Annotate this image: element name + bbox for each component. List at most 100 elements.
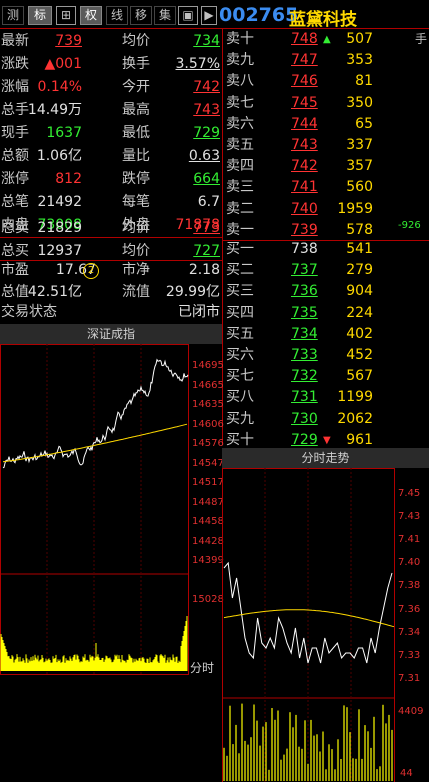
index-y-tick: 14399 <box>192 555 224 566</box>
buy-level-volume: 402 <box>346 325 373 342</box>
toolbar-button-ji[interactable]: 集 <box>154 6 176 25</box>
quote-value: 729 <box>193 125 220 141</box>
unit-label: 手 <box>415 32 428 46</box>
buy-level[interactable]: 买三 736 904 <box>225 280 429 303</box>
quote-value: 739 <box>55 33 82 49</box>
play-icon[interactable]: ▶ <box>201 6 217 25</box>
pe-badge: 2 <box>83 263 99 279</box>
buy-level-volume: 1199 <box>337 389 373 406</box>
sell-level[interactable]: 卖三 741 560 <box>225 176 429 199</box>
quote-label: 跌停 <box>122 171 150 187</box>
quote-label: 换手 <box>122 56 150 72</box>
sell-level-volume: 353 <box>346 52 373 69</box>
stock-y-tick: 7.40 <box>398 557 421 568</box>
buy-level-label: 买四 <box>226 304 254 321</box>
quote-label: 量比 <box>122 148 150 164</box>
stock-code: 002765 <box>219 4 299 26</box>
quote-value: 14.49万 <box>27 102 82 118</box>
quote-value: ▲001 <box>44 56 83 72</box>
sell-level-label: 卖七 <box>226 94 254 111</box>
index-y-tick: 14576 <box>192 438 224 449</box>
stock-y-tick: 7.31 <box>398 673 421 684</box>
toolbar: 测 标 ⊞ 权 线 移 集 ▣ ▶ 002765 蓝黛科技 <box>0 0 429 30</box>
sell-level-price: 742 <box>291 158 318 175</box>
buy-level[interactable]: 买八 731 1199 <box>225 386 429 409</box>
quote-value: 664 <box>193 171 220 187</box>
sell-level[interactable]: 卖七 745 350 <box>225 92 429 115</box>
buy-level-label: 买六 <box>226 347 254 363</box>
quote-value: 734 <box>193 33 220 49</box>
quote-row: 涨停 812 跌停 664 <box>0 168 222 191</box>
quote-label: 每笔 <box>122 194 150 210</box>
quote-value: 742 <box>193 79 220 95</box>
stock-volume-tick: 4409 <box>398 706 424 717</box>
sell-level-label: 卖八 <box>226 73 254 90</box>
stock-y-tick: 7.34 <box>398 627 421 638</box>
buy-level[interactable]: 买六 733 452 <box>225 344 429 367</box>
quote-label: 涨跌 <box>1 56 29 72</box>
toolbar-button-biao[interactable]: 标 <box>28 6 52 25</box>
buy-level-price: 737 <box>291 262 318 279</box>
quote-label: 涨幅 <box>1 79 29 95</box>
sell-level[interactable]: 卖五 743 337 <box>225 134 429 157</box>
toolbar-button-yi[interactable]: 移 <box>130 6 152 25</box>
quote-label: 今开 <box>122 79 150 95</box>
index-y-tick: 14487 <box>192 496 224 508</box>
quote-divider-2 <box>0 260 222 261</box>
sell-level-volume: 337 <box>346 137 373 153</box>
stock-chart-title: 分时走势 <box>222 448 429 468</box>
index-footer: 分时 <box>190 661 215 675</box>
sell-level-label: 卖五 <box>226 137 254 153</box>
sell-level[interactable]: 卖十 748 507 ▲ <box>225 28 429 51</box>
sell-level-price: 740 <box>291 200 318 217</box>
toolbar-button-ce[interactable]: 测 <box>2 6 24 25</box>
quote-row: 最新 739 均价 734 <box>0 30 222 53</box>
quote-label: 均价 <box>122 33 150 49</box>
buy-level-volume: 452 <box>346 347 373 363</box>
quote-value: 0.14% <box>37 79 82 95</box>
index-chart-title: 深证成指 <box>0 324 222 344</box>
buy-level-price: 738 <box>291 241 318 257</box>
stock-y-tick: 7.36 <box>398 604 421 615</box>
quote-row: 涨跌 ▲001 换手 3.57% <box>0 53 222 76</box>
quote-label: 涨停 <box>1 171 29 187</box>
stock-y-tick: 7.38 <box>398 580 421 591</box>
buy-level-price: 736 <box>291 283 318 300</box>
quote-value: 1.06亿 <box>36 148 82 164</box>
quote-divider-1 <box>0 237 222 238</box>
quote-row: 总额 1.06亿 量比 0.63 <box>0 145 222 168</box>
sell-level-volume: 350 <box>346 94 373 111</box>
sell-level-price: 743 <box>291 137 318 153</box>
buy-level[interactable]: 买四 735 224 <box>225 302 429 325</box>
buy-level[interactable]: 买五 734 402 <box>225 323 429 346</box>
buy-level[interactable]: 买九 730 2062 <box>225 408 429 431</box>
buy-level[interactable]: 买二 737 279 <box>225 259 429 282</box>
toolbar-button-xian[interactable]: 线 <box>106 6 128 25</box>
index-y-tick: 14635 <box>192 399 224 410</box>
window-icon[interactable]: ▣ <box>178 6 198 25</box>
buy-level-price: 733 <box>291 347 318 363</box>
trade-status-label: 交易状态 <box>1 304 57 320</box>
sell-level[interactable]: 卖四 742 357 <box>225 155 429 178</box>
sell-level-price: 746 <box>291 73 318 90</box>
sell-level[interactable]: 卖八 746 81 <box>225 70 429 93</box>
buy-level-label: 买一 <box>226 241 254 257</box>
sell-level-label: 卖四 <box>226 158 254 175</box>
sell-level-label: 卖三 <box>226 179 254 196</box>
sell-level-label: 卖十 <box>226 31 254 47</box>
toolbar-button-quan[interactable]: 权 <box>80 6 102 25</box>
sell-level[interactable]: 卖九 747 353 <box>225 49 429 72</box>
sell-level[interactable]: 卖二 740 1959 <box>225 198 429 221</box>
orderbook-divider <box>222 240 429 241</box>
buy-level[interactable]: 买一 738 541 <box>225 238 429 261</box>
trade-status-row: 交易状态 已闭市 <box>0 301 222 324</box>
quote-value: 2.18 <box>188 262 220 278</box>
buy-level[interactable]: 买七 732 567 <box>225 365 429 388</box>
buy-level-price: 734 <box>291 325 318 342</box>
trade-status-value: 已闭市 <box>178 304 220 320</box>
sell-level-volume: 1959 <box>337 200 373 217</box>
grid-icon[interactable]: ⊞ <box>56 6 76 25</box>
stock-y-tick: 7.33 <box>398 650 421 661</box>
sell-level[interactable]: 卖六 744 65 <box>225 113 429 136</box>
quote-row: 涨幅 0.14% 今开 742 <box>0 76 222 99</box>
